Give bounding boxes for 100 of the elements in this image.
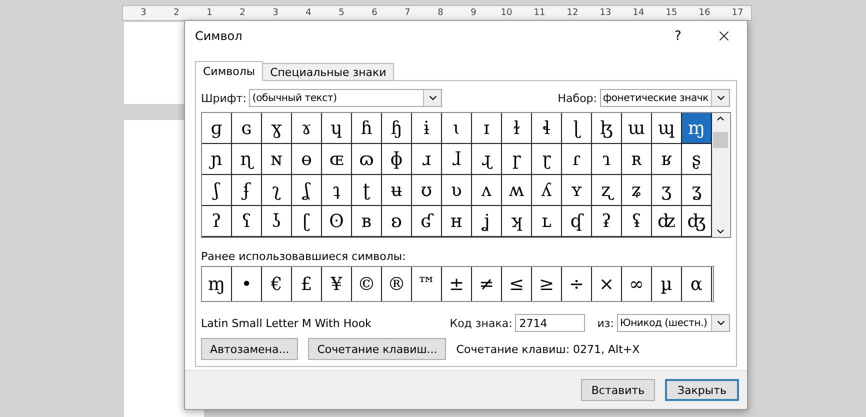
recent-symbol-cell[interactable]: × <box>592 267 622 301</box>
ruler-number: 3 <box>140 8 148 18</box>
recent-symbol-cell[interactable]: © <box>352 267 382 301</box>
symbol-cell[interactable]: ʗ <box>292 206 322 237</box>
recent-symbol-cell[interactable]: ÷ <box>562 267 592 301</box>
recent-symbol-cell[interactable]: € <box>262 267 292 301</box>
symbol-cell[interactable]: ʡ <box>592 206 622 237</box>
code-field[interactable]: 2714 <box>515 314 586 332</box>
symbol-cell[interactable]: ʍ <box>502 175 532 206</box>
help-button[interactable]: ? <box>655 28 701 44</box>
symbol-cell[interactable]: ʣ <box>652 206 682 237</box>
symbol-cell[interactable]: ʜ <box>442 206 472 237</box>
symbol-cell[interactable]: ɡ <box>202 113 232 144</box>
symbol-cell[interactable]: ʄ <box>232 175 262 206</box>
symbol-cell[interactable]: ʛ <box>412 206 442 237</box>
dialog-button[interactable]: Сочетание клавиш... <box>308 338 446 360</box>
symbol-cell[interactable]: ʑ <box>622 175 652 206</box>
symbol-cell[interactable]: ʏ <box>562 175 592 206</box>
symbol-cell[interactable]: ʁ <box>652 144 682 175</box>
symbol-cell[interactable]: ɮ <box>592 113 622 144</box>
symbol-cell[interactable]: ɣ <box>262 113 292 144</box>
symbol-cell[interactable]: ɩ <box>442 113 472 144</box>
symbol-cell[interactable]: ʈ <box>352 175 382 206</box>
symbol-cell[interactable]: ɳ <box>232 144 262 175</box>
symbol-cell[interactable]: ʚ <box>382 206 412 237</box>
symbol-cell[interactable]: ʤ <box>682 206 712 237</box>
symbol-cell[interactable]: ʝ <box>472 206 502 237</box>
scrollbar-thumb[interactable] <box>713 132 728 148</box>
recent-symbol-cell[interactable]: ɱ <box>202 267 232 301</box>
symbol-cell[interactable]: ʢ <box>622 206 652 237</box>
recent-symbols-label: Ранее использовавшиеся символы: <box>201 250 407 263</box>
recent-symbol-cell[interactable]: ¥ <box>322 267 352 301</box>
symbol-cell[interactable]: ɨ <box>412 113 442 144</box>
symbol-cell[interactable]: ʎ <box>532 175 562 206</box>
symbol-cell[interactable]: ɫ <box>502 113 532 144</box>
footer-button[interactable]: Закрыть <box>665 379 739 401</box>
encoding-dropdown[interactable]: Юникод (шестн.) <box>617 314 730 332</box>
symbol-cell[interactable]: ɵ <box>292 144 322 175</box>
symbol-cell[interactable]: ɻ <box>472 144 502 175</box>
symbol-cell[interactable]: ɧ <box>382 113 412 144</box>
symbol-cell[interactable]: ʠ <box>562 206 592 237</box>
symbol-cell[interactable]: ʋ <box>442 175 472 206</box>
symbol-cell[interactable]: ɬ <box>532 113 562 144</box>
tab[interactable]: Символы <box>195 61 264 81</box>
recent-symbol-cell[interactable]: ≥ <box>532 267 562 301</box>
footer-button[interactable]: Вставить <box>581 379 655 401</box>
font-dropdown[interactable]: (обычный текст) <box>249 89 442 107</box>
tab[interactable]: Специальные знаки <box>262 63 394 81</box>
scrollbar[interactable] <box>712 113 729 237</box>
symbol-cell[interactable]: ʔ <box>202 206 232 237</box>
symbol-cell[interactable]: ʇ <box>322 175 352 206</box>
symbol-cell[interactable]: ɾ <box>562 144 592 175</box>
subset-dropdown[interactable]: фонетические значк <box>600 89 730 107</box>
symbol-cell[interactable]: ɷ <box>352 144 382 175</box>
symbol-cell[interactable]: ɲ <box>202 144 232 175</box>
symbol-cell[interactable]: ʃ <box>202 175 232 206</box>
recent-symbol-cell[interactable]: ≠ <box>472 267 502 301</box>
recent-symbol-cell[interactable]: ® <box>382 267 412 301</box>
symbol-cell[interactable]: ʒ <box>652 175 682 206</box>
dialog-button[interactable]: Автозамена... <box>201 338 298 360</box>
symbol-cell[interactable]: ɢ <box>232 113 262 144</box>
symbol-cell[interactable]: ɭ <box>562 113 592 144</box>
symbol-cell[interactable]: ʐ <box>592 175 622 206</box>
symbol-cell[interactable]: ɺ <box>442 144 472 175</box>
symbol-cell[interactable]: ʊ <box>412 175 442 206</box>
symbol-cell[interactable]: ʞ <box>502 206 532 237</box>
recent-symbol-cell[interactable]: ∞ <box>622 267 652 301</box>
symbol-cell[interactable]: ɹ <box>412 144 442 175</box>
symbol-cell[interactable]: ʖ <box>262 206 292 237</box>
recent-symbol-cell[interactable]: • <box>232 267 262 301</box>
recent-symbol-cell[interactable]: ± <box>442 267 472 301</box>
symbol-cell[interactable]: ɶ <box>322 144 352 175</box>
recent-symbol-cell[interactable]: ™ <box>412 267 442 301</box>
symbol-cell[interactable]: ʆ <box>292 175 322 206</box>
symbol-cell[interactable]: ɦ <box>352 113 382 144</box>
symbol-cell[interactable]: ɯ <box>622 113 652 144</box>
symbol-cell[interactable]: ɸ <box>382 144 412 175</box>
symbol-cell[interactable]: ʅ <box>262 175 292 206</box>
symbol-cell[interactable]: ɴ <box>262 144 292 175</box>
symbol-cell[interactable]: ɤ <box>292 113 322 144</box>
symbol-cell[interactable]: ʀ <box>622 144 652 175</box>
symbol-cell[interactable]: ʙ <box>352 206 382 237</box>
symbol-cell[interactable]: ʕ <box>232 206 262 237</box>
symbol-cell[interactable]: ʌ <box>472 175 502 206</box>
symbol-cell[interactable]: ʟ <box>532 206 562 237</box>
recent-symbol-cell[interactable]: µ <box>652 267 682 301</box>
recent-symbol-cell[interactable]: £ <box>292 267 322 301</box>
symbol-cell[interactable]: ɽ <box>532 144 562 175</box>
symbol-cell[interactable]: ɰ <box>652 113 682 144</box>
symbol-cell[interactable]: ɿ <box>592 144 622 175</box>
symbol-cell[interactable]: ɱ <box>682 113 712 144</box>
symbol-cell[interactable]: ɼ <box>502 144 532 175</box>
recent-symbol-cell[interactable]: α <box>682 267 712 301</box>
symbol-cell[interactable]: ʂ <box>682 144 712 175</box>
symbol-cell[interactable]: ʘ <box>322 206 352 237</box>
recent-symbol-cell[interactable]: ≤ <box>502 267 532 301</box>
symbol-cell[interactable]: ʉ <box>382 175 412 206</box>
symbol-cell[interactable]: ɥ <box>322 113 352 144</box>
symbol-cell[interactable]: ʓ <box>682 175 712 206</box>
symbol-cell[interactable]: ɪ <box>472 113 502 144</box>
